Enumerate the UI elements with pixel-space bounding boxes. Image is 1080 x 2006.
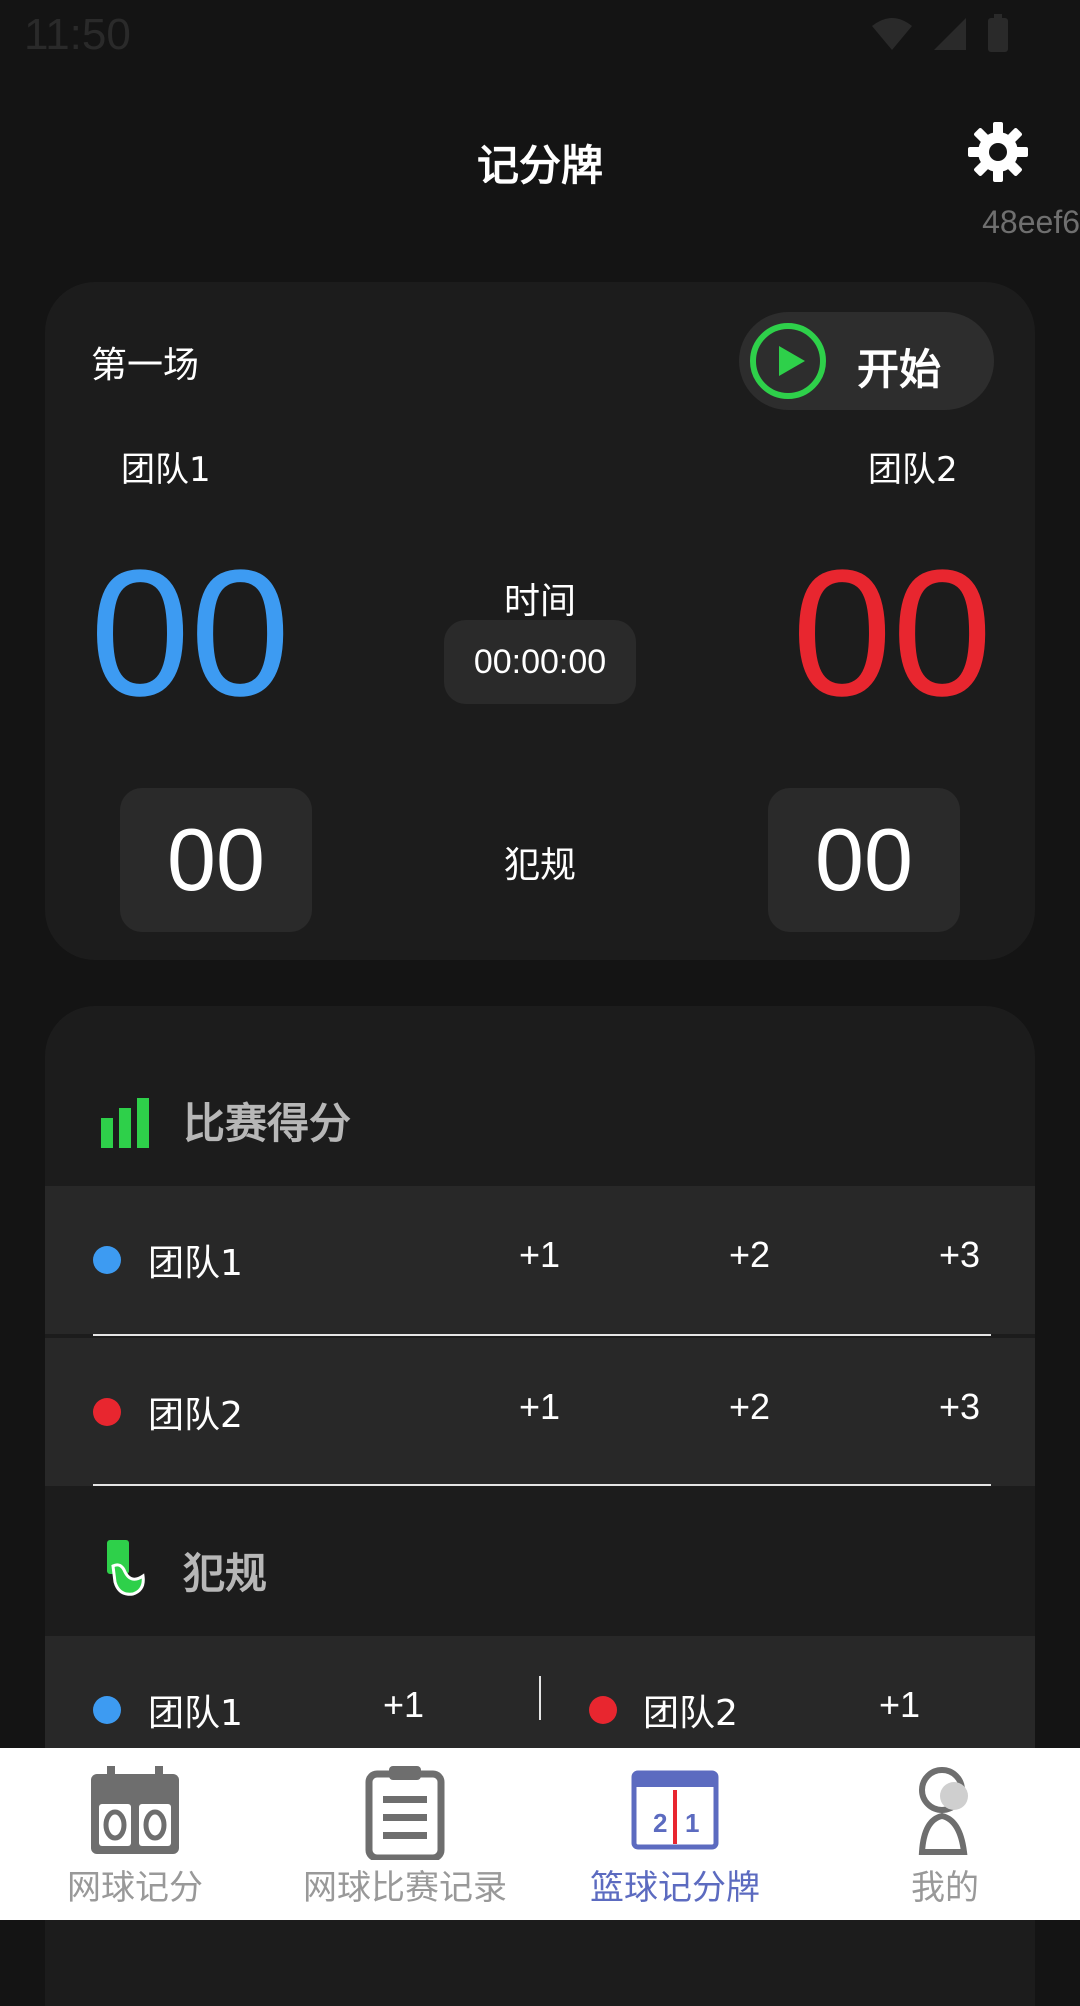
team2-dot: [589, 1696, 617, 1724]
divider: [539, 1676, 541, 1720]
foul-card-icon: [107, 1540, 145, 1596]
settings-button[interactable]: [966, 120, 1030, 184]
team1-foul-label: 团队1: [148, 1693, 243, 1734]
team1-plus1-button[interactable]: +1: [519, 1234, 560, 1276]
team2-foul-label: 团队2: [643, 1693, 738, 1734]
time-label: 时间: [503, 581, 576, 622]
wifi-icon: [872, 18, 912, 50]
team2-dot: [93, 1398, 121, 1426]
start-button[interactable]: 开始: [739, 312, 994, 410]
game-timer[interactable]: 00:00:00: [444, 620, 636, 704]
team2-fouls[interactable]: 00: [768, 788, 960, 932]
battery-icon: [988, 14, 1008, 52]
team2-plus1-button[interactable]: +1: [519, 1386, 560, 1428]
team2-score[interactable]: 00: [792, 544, 992, 724]
start-label: 开始: [857, 345, 942, 394]
clipboard-icon: [365, 1766, 445, 1860]
divider: [93, 1334, 991, 1336]
status-time: 11:50: [24, 10, 131, 59]
team1-points-row: 团队1 +1 +2 +3: [45, 1186, 1035, 1334]
header: 记分牌 48eef6: [0, 90, 1080, 240]
divider: [93, 1484, 991, 1486]
play-icon: [750, 323, 826, 399]
tab-me[interactable]: 我的: [860, 1748, 1030, 1920]
team2-foul-plus1-button[interactable]: +1: [879, 1684, 920, 1726]
team2-name: 团队2: [868, 450, 958, 490]
team1-foul-plus1-button[interactable]: +1: [383, 1684, 424, 1726]
fouls-section-title: 犯规: [183, 1549, 268, 1598]
status-icons: [870, 14, 1010, 54]
gear-icon: [968, 122, 1028, 182]
device-id: 48eef6: [982, 204, 1080, 240]
tab-label: 我的: [911, 1868, 979, 1908]
scoreboard-icon: [91, 1766, 179, 1854]
team2-plus3-button[interactable]: +3: [939, 1386, 980, 1428]
scoreboard-card: 第一场 开始 团队1 团队2 00 00 时间 00:00:00 00 犯规 0…: [45, 282, 1035, 960]
team1-label: 团队1: [148, 1243, 243, 1284]
team2-label: 团队2: [148, 1395, 243, 1436]
team2-plus2-button[interactable]: +2: [729, 1386, 770, 1428]
tab-tennis-records[interactable]: 网球比赛记录: [300, 1748, 510, 1920]
team1-dot: [93, 1246, 121, 1274]
team2-points-row: 团队2 +1 +2 +3: [45, 1338, 1035, 1486]
team1-score[interactable]: 00: [90, 544, 290, 724]
signal-icon: [934, 18, 966, 50]
match-title: 第一场: [91, 345, 200, 386]
tab-basketball-scoreboard[interactable]: 2 1 篮球记分牌: [580, 1748, 770, 1920]
user-icon: [918, 1767, 968, 1855]
team1-plus2-button[interactable]: +2: [729, 1234, 770, 1276]
tab-label: 网球记分: [67, 1868, 203, 1908]
team1-name: 团队1: [121, 450, 211, 490]
team1-dot: [93, 1696, 121, 1724]
bottom-tab-bar: 网球记分 网球比赛记录 2 1 篮球记分牌 我的: [0, 1748, 1080, 1920]
points-section-title: 比赛得分: [183, 1099, 352, 1148]
svg-text:2: 2: [653, 1808, 667, 1838]
team1-plus3-button[interactable]: +3: [939, 1234, 980, 1276]
status-bar: 11:50: [0, 0, 1080, 72]
bar-chart-icon: [101, 1098, 149, 1148]
tab-label: 网球比赛记录: [303, 1868, 507, 1908]
basketball-scoreboard-icon: 2 1: [631, 1770, 719, 1850]
tab-tennis-score[interactable]: 网球记分: [40, 1748, 230, 1920]
tab-label: 篮球记分牌: [590, 1868, 760, 1908]
page-title: 记分牌: [476, 141, 603, 190]
svg-text:1: 1: [685, 1808, 699, 1838]
